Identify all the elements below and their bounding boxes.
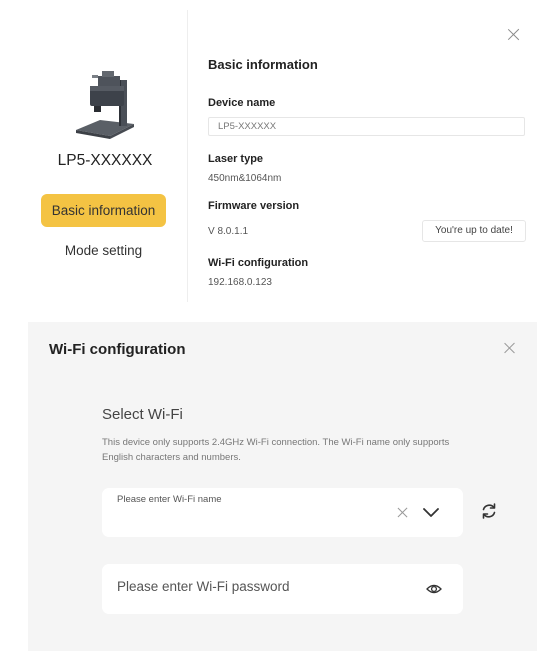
section-title: Basic information — [208, 57, 318, 72]
device-sidebar: LP5-XXXXXX Basic information Mode settin… — [0, 0, 187, 318]
wifi-configuration-label: Wi-Fi configuration — [208, 257, 309, 269]
device-title: LP5-XXXXXX — [57, 152, 153, 169]
refresh-icon[interactable] — [480, 502, 498, 520]
nav-basic-information[interactable]: Basic information — [41, 194, 166, 227]
basic-information-panel: Basic information Device name Laser type… — [208, 0, 528, 318]
laser-type-label: Laser type — [208, 153, 264, 165]
select-wifi-heading: Select Wi-Fi — [102, 406, 183, 423]
firmware-status-button[interactable]: You're up to date! — [422, 220, 526, 242]
wifi-configuration-dialog: Wi-Fi configuration Select Wi-Fi This de… — [28, 322, 537, 651]
device-name-label: Device name — [208, 97, 276, 109]
wifi-ip-value: 192.168.0.123 — [208, 277, 272, 288]
dialog-title: Wi-Fi configuration — [49, 341, 186, 358]
laser-type-value: 450nm&1064nm — [208, 173, 282, 184]
close-icon[interactable] — [503, 341, 517, 355]
firmware-version-value: V 8.0.1.1 — [208, 226, 249, 237]
vertical-divider — [187, 10, 188, 302]
chevron-down-icon[interactable] — [422, 503, 440, 521]
wifi-password-field — [102, 564, 463, 614]
wifi-name-input[interactable] — [117, 494, 387, 505]
clear-icon[interactable] — [396, 506, 409, 519]
device-image — [76, 71, 134, 139]
device-name-input[interactable] — [208, 117, 525, 136]
eye-icon[interactable] — [426, 581, 442, 597]
device-info-dialog: LP5-XXXXXX Basic information Mode settin… — [0, 0, 544, 318]
wifi-description: This device only supports 2.4GHz Wi-Fi c… — [102, 437, 450, 463]
nav-mode-setting[interactable]: Mode setting — [41, 237, 166, 265]
wifi-name-field — [102, 488, 463, 537]
firmware-version-label: Firmware version — [208, 200, 300, 212]
wifi-password-input[interactable] — [117, 579, 397, 594]
